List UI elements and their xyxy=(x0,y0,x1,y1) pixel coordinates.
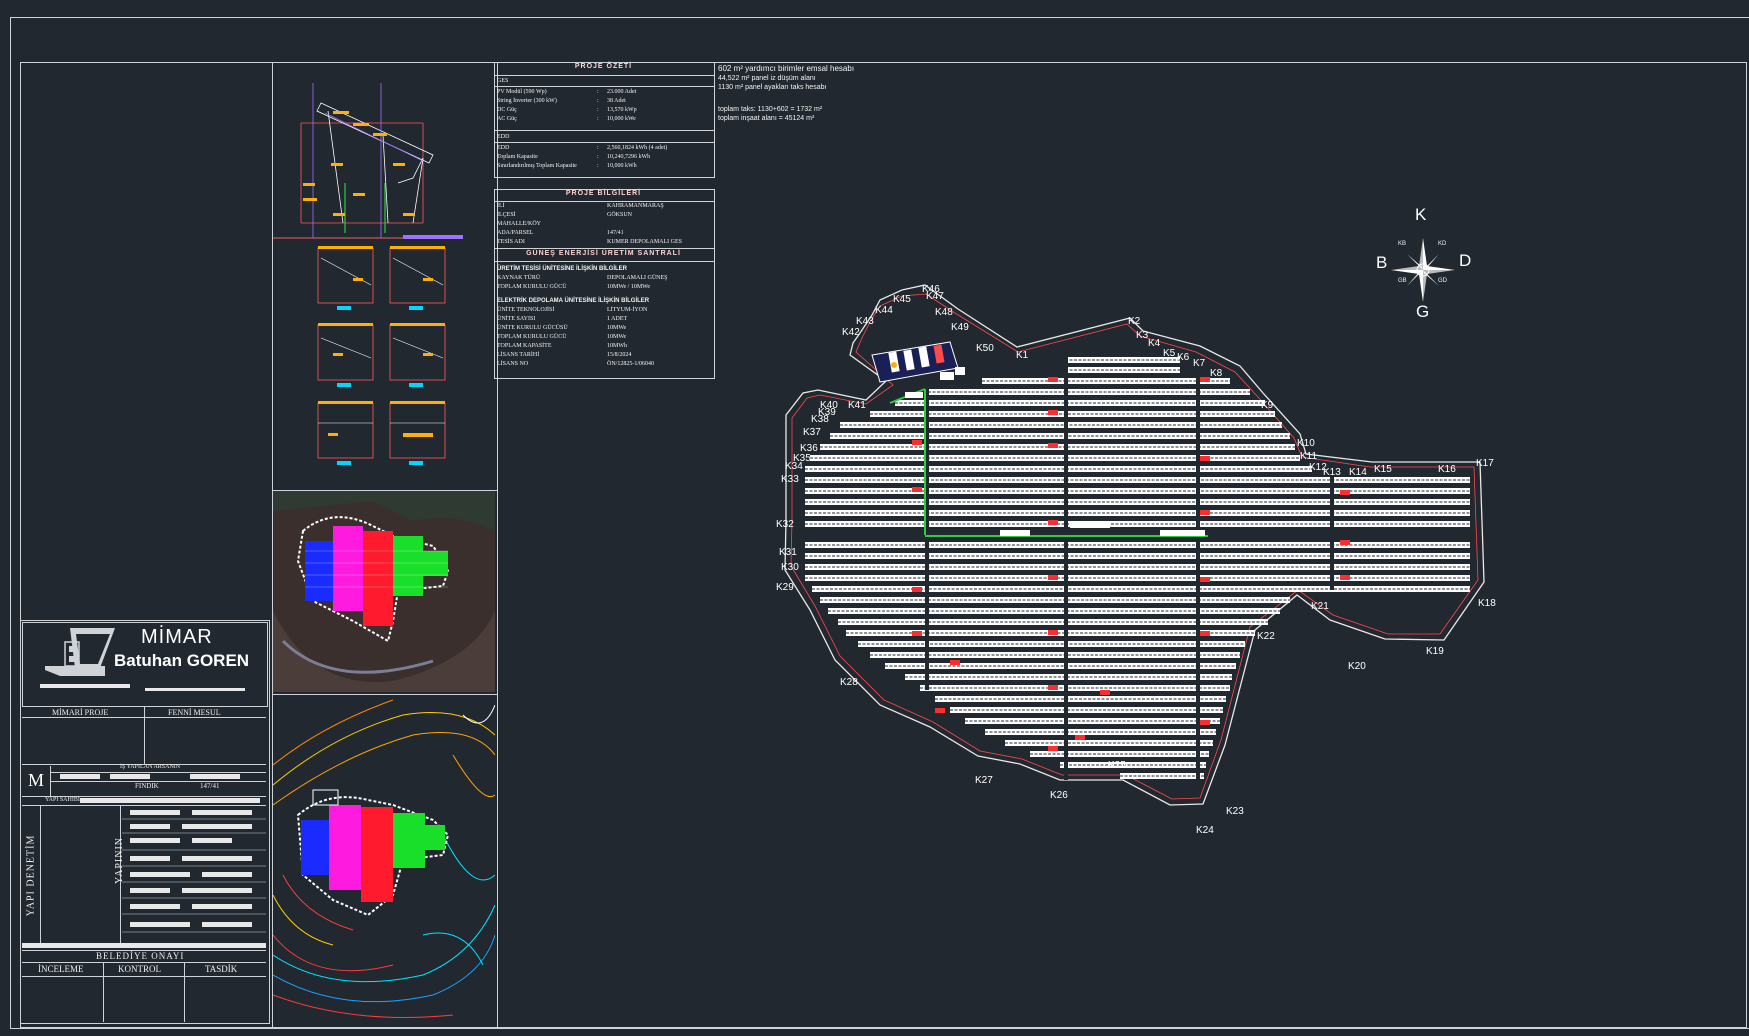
panel-aisle xyxy=(1064,357,1068,780)
boundary-point-label: K7 xyxy=(1193,358,1206,369)
boundary-point-label: K40 xyxy=(820,400,838,411)
boundary-point-label: K9 xyxy=(1261,400,1274,411)
boundary-point-label: K18 xyxy=(1478,598,1496,609)
inverter-marker xyxy=(950,660,960,665)
inverter-marker xyxy=(1200,577,1210,582)
boundary-point-label: K42 xyxy=(842,327,860,338)
boundary-point-label: K1 xyxy=(1016,350,1029,361)
boundary-point-label: K14 xyxy=(1349,467,1367,478)
panel-aisle xyxy=(1330,470,1334,590)
boundary-point-label: K37 xyxy=(803,427,821,438)
boundary-point-label: K32 xyxy=(776,519,794,530)
boundary-point-label: K24 xyxy=(1196,825,1214,836)
inverter-marker xyxy=(1048,377,1058,382)
panel-row xyxy=(1065,367,1180,373)
boundary-point-label: K45 xyxy=(893,294,911,305)
inverter-marker xyxy=(912,631,922,636)
boundary-point-label: K31 xyxy=(779,547,797,558)
boundary-point-label: K27 xyxy=(975,775,993,786)
inverter-marker xyxy=(1200,720,1210,725)
inverter-marker xyxy=(912,440,922,445)
boundary-point-label: K16 xyxy=(1438,464,1456,475)
boundary-point-label: K47 xyxy=(926,291,944,302)
panel-row xyxy=(1030,751,1209,757)
inverter-marker xyxy=(912,587,922,592)
boundary-point-label: K36 xyxy=(800,443,818,454)
inverter-marker xyxy=(1200,510,1210,515)
boundary-point-label: K5 xyxy=(1163,348,1176,359)
boundary-point-label: K10 xyxy=(1297,438,1315,449)
boundary-point-label: K2 xyxy=(1128,316,1141,327)
boundary-point-label: K11 xyxy=(1300,451,1317,462)
boundary-point-label: K28 xyxy=(840,677,858,688)
inverter-marker xyxy=(1048,630,1058,635)
boundary-point-label: K17 xyxy=(1476,458,1494,469)
inverter-marker xyxy=(912,487,922,492)
inverter-marker xyxy=(1048,443,1058,448)
boundary-point-label: K43 xyxy=(856,316,874,327)
site-plan: K1K2K3K4K5 K6K7K8K9K10K11K12K13 K14 K15 K16K… xyxy=(776,284,1496,836)
inverter-marker xyxy=(1200,456,1210,461)
inverter-marker xyxy=(1048,520,1058,525)
boundary-point-label: K22 xyxy=(1257,631,1275,642)
boundary-point-label: K25 xyxy=(1108,760,1126,771)
inverter-marker xyxy=(1340,575,1350,580)
boundary-point-label: K23 xyxy=(1226,806,1244,817)
panel-row xyxy=(928,389,1250,395)
boundary-point-label: K33 xyxy=(781,474,799,485)
boundary-point-label: K15 xyxy=(1374,464,1392,475)
inverter-marker xyxy=(1200,377,1210,382)
inverter-marker xyxy=(1048,685,1058,690)
boundary-point-label: K35 xyxy=(793,453,811,464)
boundary-point-label: K19 xyxy=(1426,646,1444,657)
boundary-point-label: K3 xyxy=(1136,330,1149,341)
boundary-point-label: K30 xyxy=(781,562,799,573)
boundary-point-label: K41 xyxy=(848,400,866,411)
boundary-point-label: K29 xyxy=(776,582,794,593)
boundary-point-label: K48 xyxy=(935,307,953,318)
boundary-point-label: K49 xyxy=(951,322,969,333)
inverter-marker xyxy=(1200,631,1210,636)
inverter-marker xyxy=(935,708,945,713)
boundary-point-label: K44 xyxy=(875,305,893,316)
boundary-point-label: K20 xyxy=(1348,661,1366,672)
inverter-marker xyxy=(1075,735,1085,740)
boundary-point-label: K6 xyxy=(1177,352,1190,363)
inverter-marker xyxy=(1340,490,1350,495)
inverter-marker xyxy=(1100,690,1110,695)
boundary-point-label: K8 xyxy=(1210,368,1223,379)
inverter-marker xyxy=(1048,410,1058,415)
inverter-marker xyxy=(1048,746,1058,751)
boundary-point-label: K26 xyxy=(1050,790,1068,801)
panel-aisle xyxy=(1196,357,1200,780)
boundary-point-label: K4 xyxy=(1148,338,1161,349)
inverter-marker xyxy=(1048,575,1058,580)
boundary-point-label: K50 xyxy=(976,343,994,354)
boundary-point-label: K13 xyxy=(1323,467,1341,478)
inverter-marker xyxy=(1340,540,1350,545)
boundary-point-label: K21 xyxy=(1311,601,1329,612)
